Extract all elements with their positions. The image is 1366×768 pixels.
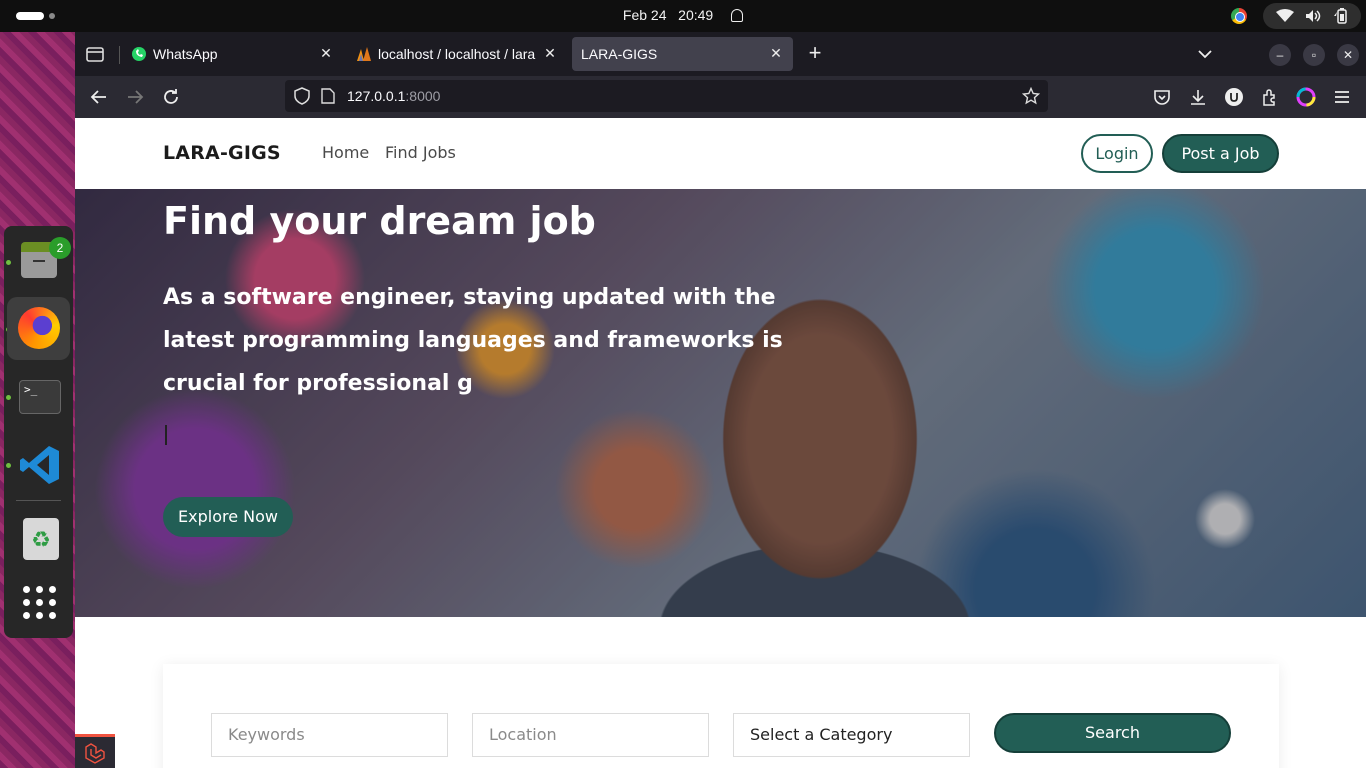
explore-now-button[interactable]: Explore Now: [163, 497, 293, 537]
location-input[interactable]: Location: [472, 713, 709, 757]
reload-icon[interactable]: [159, 85, 183, 109]
tab-whatsapp[interactable]: WhatsApp ✕: [121, 37, 346, 71]
firefox-window: WhatsApp ✕ localhost / localhost / lara …: [75, 32, 1366, 768]
tab-phpmyadmin[interactable]: localhost / localhost / lara ✕: [346, 37, 571, 71]
show-apps-button[interactable]: [7, 570, 70, 633]
chevron-down-icon[interactable]: [1195, 44, 1215, 64]
tab-overview-icon[interactable]: [83, 42, 107, 66]
job-search-card: Keywords Location Select a Category Sear…: [163, 664, 1279, 768]
hero-title: Find your dream job: [163, 199, 596, 243]
forward-arrow-icon[interactable]: [123, 85, 147, 109]
navigation-toolbar: 127.0.0.1:8000: [75, 76, 1366, 118]
minimize-button[interactable]: –: [1269, 44, 1291, 66]
firefox-icon: [18, 307, 60, 349]
clock-time: 20:49: [678, 7, 714, 23]
tab-title: LARA-GIGS: [581, 46, 658, 62]
system-top-bar: Feb 24 20:49: [0, 0, 1366, 32]
keywords-input[interactable]: Keywords: [211, 713, 448, 757]
volume-icon: [1306, 10, 1321, 22]
terminal-icon: >_: [19, 380, 61, 414]
laravel-icon: [85, 743, 105, 764]
tab-title: WhatsApp: [153, 46, 218, 62]
web-page: LARA-GIGS Home Find Jobs Login Post a Jo…: [75, 118, 1366, 768]
new-tab-button[interactable]: +: [803, 42, 827, 66]
nav-find-jobs-link[interactable]: Find Jobs: [385, 143, 456, 162]
firefox-app[interactable]: [7, 297, 70, 360]
nav-home-link[interactable]: Home: [322, 143, 369, 162]
category-select[interactable]: Select a Category: [733, 713, 970, 757]
desktop-background: 2 >_ ♻: [0, 32, 75, 768]
dock: 2 >_ ♻: [4, 226, 73, 638]
site-logo[interactable]: LARA-GIGS: [163, 142, 281, 164]
ublock-icon[interactable]: [1224, 87, 1244, 107]
login-button[interactable]: Login: [1081, 134, 1153, 173]
tab-title: localhost / localhost / lara: [378, 46, 536, 62]
url-port: :8000: [405, 88, 441, 104]
url-text[interactable]: 127.0.0.1:8000: [347, 88, 440, 104]
vscode-icon: [20, 446, 59, 484]
tab-separator: [119, 46, 120, 64]
site-header: LARA-GIGS Home Find Jobs Login Post a Jo…: [75, 118, 1366, 189]
close-tab-icon[interactable]: ✕: [541, 44, 559, 62]
color-picker-icon[interactable]: [1296, 87, 1316, 107]
page-info-icon[interactable]: [321, 88, 335, 104]
notification-bell-icon: [731, 9, 744, 22]
post-job-button[interactable]: Post a Job: [1162, 134, 1279, 173]
hero-typed-text: As a software engineer, staying updated …: [163, 285, 783, 396]
address-bar[interactable]: 127.0.0.1:8000: [285, 80, 1048, 112]
close-window-button[interactable]: ✕: [1337, 44, 1359, 66]
dock-separator: [16, 500, 61, 501]
tab-bar: WhatsApp ✕ localhost / localhost / lara …: [75, 32, 1366, 76]
shield-icon[interactable]: [293, 87, 311, 105]
search-button[interactable]: Search: [994, 713, 1231, 753]
clock-date: Feb 24: [622, 7, 667, 23]
pocket-icon[interactable]: [1152, 87, 1172, 107]
vscode-app[interactable]: [7, 432, 70, 495]
trash-app[interactable]: ♻: [7, 504, 70, 567]
url-host: 127.0.0.1: [347, 88, 406, 104]
files-app[interactable]: 2: [7, 230, 71, 293]
terminal-app[interactable]: >_: [7, 364, 70, 427]
typing-caret: [165, 425, 167, 445]
wifi-icon: [1276, 9, 1294, 22]
maximize-button[interactable]: ▫: [1303, 44, 1325, 66]
chrome-tray-icon[interactable]: [1231, 8, 1247, 24]
extensions-icon[interactable]: [1260, 87, 1280, 107]
laravel-debug-badge[interactable]: [75, 734, 115, 768]
menu-hamburger-icon[interactable]: [1332, 87, 1352, 107]
clock[interactable]: Feb 24 20:49: [0, 7, 1366, 23]
bookmark-star-icon[interactable]: [1022, 87, 1040, 105]
close-tab-icon[interactable]: ✕: [317, 44, 335, 62]
notification-badge: 2: [49, 237, 71, 259]
close-tab-icon[interactable]: ✕: [767, 44, 785, 62]
trash-icon: ♻: [23, 518, 59, 560]
battery-icon: [1334, 8, 1347, 24]
downloads-icon[interactable]: [1188, 87, 1208, 107]
phpmyadmin-icon: [357, 47, 371, 61]
whatsapp-icon: [132, 47, 146, 61]
back-arrow-icon[interactable]: [87, 85, 111, 109]
app-grid-icon: [23, 586, 57, 620]
hero-banner: Find your dream job As a software engine…: [75, 189, 1366, 617]
tab-lara-gigs[interactable]: LARA-GIGS ✕: [572, 37, 793, 71]
